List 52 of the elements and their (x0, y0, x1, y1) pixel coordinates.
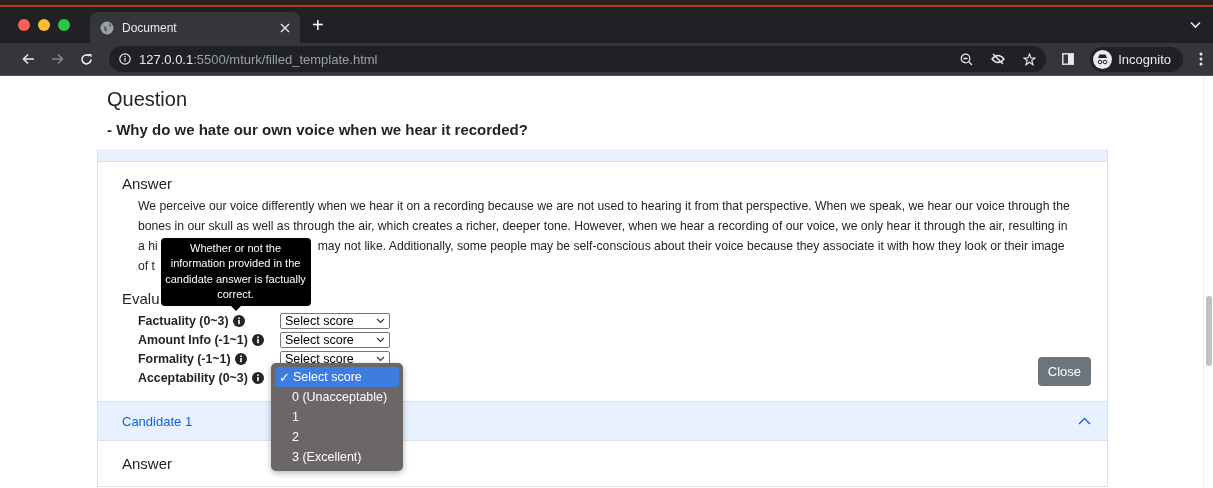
url-host: 127.0.0.1 (139, 51, 194, 67)
score-select[interactable]: Select score (280, 312, 390, 329)
dropdown-option[interactable]: 3 (Excellent) (275, 447, 399, 467)
eye-slash-icon[interactable] (991, 53, 1006, 65)
tooltip-arrow (230, 305, 241, 311)
tab-title: Document (122, 20, 178, 35)
answer-heading: Answer (122, 455, 173, 472)
star-icon[interactable] (1023, 52, 1037, 66)
back-icon[interactable] (22, 53, 35, 65)
criterion-label: Acceptability (0~3) (138, 370, 248, 385)
criterion-label: Amount Info (-1~1) (138, 332, 248, 347)
dropdown-option[interactable]: ✓ Select score (275, 367, 399, 387)
minimize-window-control[interactable] (38, 19, 50, 31)
incognito-icon (1093, 49, 1113, 69)
globe-icon (100, 20, 114, 35)
criterion-label: Formality (-1~1) (138, 351, 231, 366)
chevron-down-icon (376, 317, 385, 324)
answer-text: bones in our skull as well as through the air, which creates a richer, deeper tone. However, when we hear a recording of our voice, we only hear it through the air, resulting in (138, 219, 1068, 233)
info-icon (234, 352, 247, 365)
answer-text: may not like. Additionally, some people may be self-conscious about their voice because they associate it with how they look or their image (317, 239, 1065, 253)
new-tab-button[interactable]: + (312, 13, 324, 37)
criterion-label: Factuality (0~3) (138, 313, 229, 328)
close-window-control[interactable] (18, 19, 30, 31)
scrollbar-thumb[interactable] (1206, 296, 1212, 366)
chevron-down-icon[interactable] (1190, 21, 1201, 29)
info-icon (251, 333, 264, 346)
zoom-out-icon[interactable] (960, 52, 974, 66)
info-icon (251, 371, 264, 384)
info-icon (232, 314, 245, 327)
dropdown-option[interactable]: 1 (275, 407, 399, 427)
forward-icon[interactable] (51, 53, 64, 65)
info-icon[interactable] (119, 53, 131, 65)
close-button[interactable]: Close (1037, 357, 1091, 386)
question-text: - Why do we hate our own voice when we hear it recorded? (107, 121, 529, 138)
url-path: :5500/mturk/filled_template.html (193, 51, 378, 67)
evaluation-heading: Evalu (122, 290, 160, 307)
answer-text: a hi (138, 239, 158, 253)
chevron-down-icon (376, 355, 385, 362)
side-panel-icon[interactable] (1062, 53, 1075, 65)
answer-text: of t (138, 259, 155, 273)
answer-heading: Answer (122, 175, 173, 192)
score-select[interactable]: Select score (280, 331, 390, 348)
browser-tab[interactable]: Document (90, 12, 300, 43)
question-heading: Question (107, 88, 189, 111)
chevron-down-icon (376, 336, 385, 343)
address-field[interactable]: 127.0.0.1:5500/mturk/filled_template.html (109, 46, 1047, 72)
maximize-window-control[interactable] (58, 19, 70, 31)
close-tab-icon[interactable] (280, 22, 290, 33)
reload-icon[interactable] (80, 52, 93, 66)
profile-button[interactable]: Incognito (1090, 46, 1183, 72)
more-menu-icon[interactable] (1199, 52, 1203, 66)
answer-text: We perceive our voice differently when we hear it on a recording because we are not used to hearing it from that perspective. When we speak, we hear our voice through the (138, 199, 1070, 213)
